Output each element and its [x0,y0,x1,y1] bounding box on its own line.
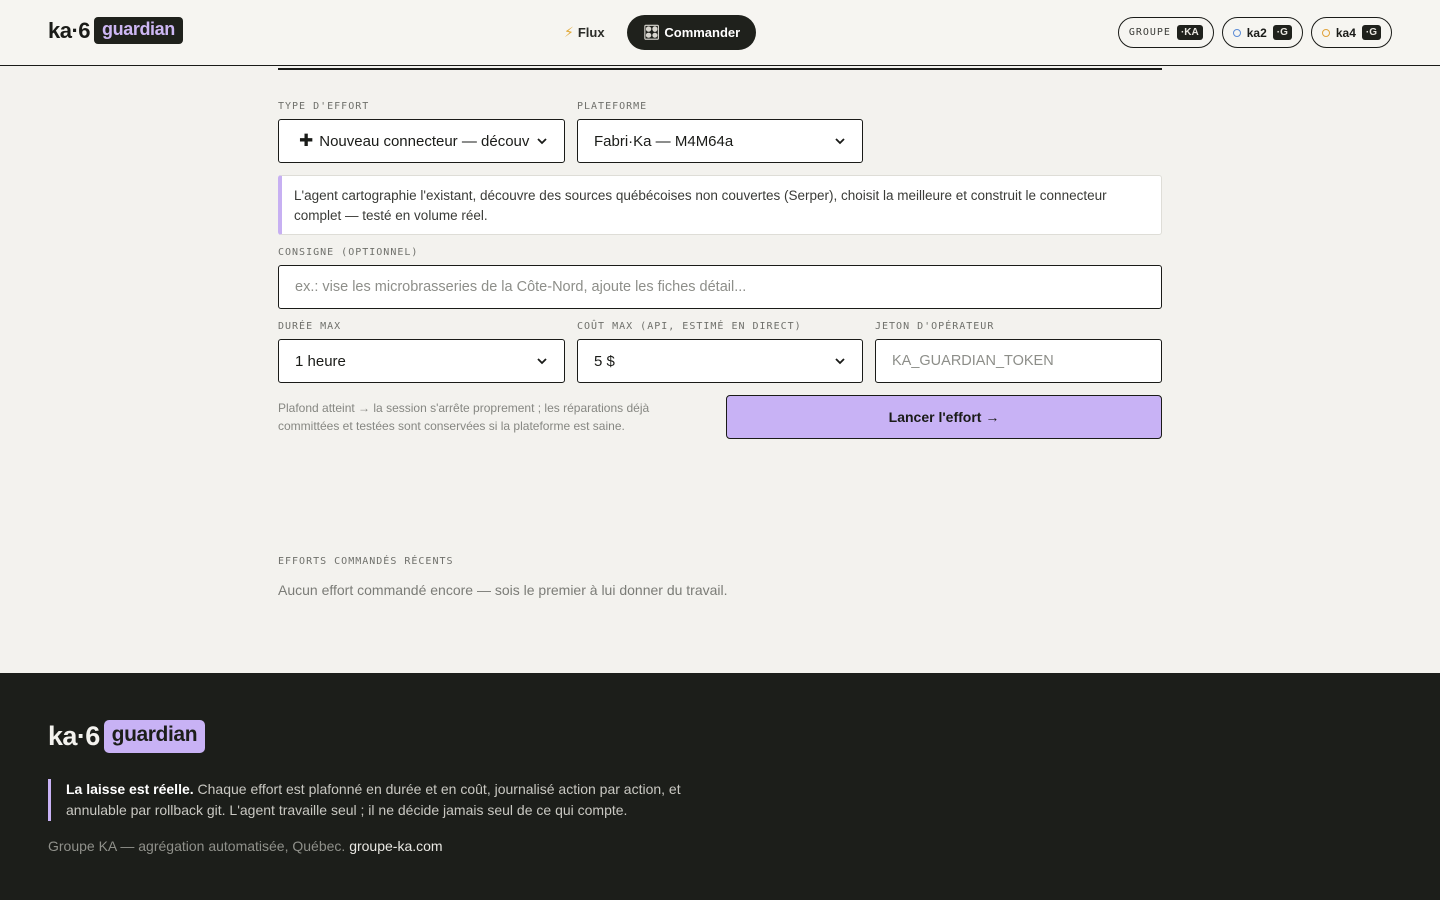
status-dot-icon [1232,28,1241,37]
footer-credit: Groupe KA — agrégation automatisée, Québ… [48,838,443,854]
footer-website-link[interactable]: groupe-ka.com [349,838,442,854]
platform-label: PLATEFORME [577,101,648,112]
tab-flux[interactable]: ⚡ Flux [548,15,621,50]
lightning-icon: ⚡ [564,24,574,40]
footer-brand-logo: ka·6 guardian [48,720,206,753]
chevron-down-icon [537,138,547,145]
platform-select[interactable]: Fabri·Ka — M4M64a [577,119,863,163]
recent-efforts-title: EFFORTS COMMANDÉS RÉCENTS [278,556,454,567]
section-divider [278,68,1162,70]
status-dot-icon [1321,28,1330,37]
tab-commander-label: Commander [664,25,741,40]
top-bar: ka·6 guardian ⚡ Flux 🎛 Commander GROUPE … [0,0,1440,66]
effort-type-label: TYPE D'EFFORT [278,101,370,112]
max-cost-label: COÛT MAX (API, ESTIMÉ EN DIRECT) [577,321,802,332]
control-knobs-icon: 🎛 [642,24,661,40]
footer-brand-name: ka·6 [48,721,100,751]
chip-ka4-label: ka4 [1335,25,1356,40]
chip-ka2[interactable]: ka2 ·G [1221,17,1303,48]
operator-token-label: JETON D'OPÉRATEUR [875,321,995,332]
footer-credit-text: Groupe KA — agrégation automatisée, Québ… [48,838,346,854]
platform-value: Fabri·Ka — M4M64a [594,132,734,150]
max-duration-value: 1 heure [295,352,346,370]
chevron-down-icon [835,138,845,145]
brand-tag: guardian [94,17,183,44]
main-nav: ⚡ Flux 🎛 Commander [548,15,757,50]
max-duration-label: DURÉE MAX [278,321,342,332]
max-duration-select[interactable]: 1 heure [278,339,565,383]
chip-groupe[interactable]: GROUPE ·KA [1117,17,1214,48]
instance-switcher: GROUPE ·KA ka2 ·G ka4 ·G [1117,17,1392,48]
footer-brand-tag: guardian [103,720,206,753]
operator-token-input[interactable]: KA_GUARDIAN_TOKEN [875,339,1162,383]
max-cost-select[interactable]: 5 $ [577,339,863,383]
footer: ka·6 guardian La laisse est réelle. Chaq… [0,673,1440,900]
brand-name: ka·6 [48,17,91,43]
instruction-label: CONSIGNE (OPTIONNEL) [278,247,419,258]
chip-groupe-badge: ·KA [1176,25,1203,40]
chip-ka2-label: ka2 [1246,25,1267,40]
chip-ka4[interactable]: ka4 ·G [1310,17,1392,48]
effort-type-value: Nouveau connecteur — découverte [319,132,530,150]
footer-statement-strong: La laisse est réelle. [66,781,194,797]
tab-commander[interactable]: 🎛 Commander [626,15,757,50]
chevron-down-icon [537,358,547,365]
launch-effort-button[interactable]: Lancer l'effort → [726,395,1162,439]
tab-flux-label: Flux [577,25,605,40]
max-cost-value: 5 $ [594,352,615,370]
chip-ka4-badge: ·G [1361,25,1381,40]
limit-hint: Plafond atteint → la session s'arrête pr… [278,401,650,433]
effort-description: L'agent cartographie l'existant, découvr… [278,175,1162,235]
plus-icon: ✚ [299,131,314,150]
instruction-input[interactable]: ex.: vise les microbrasseries de la Côte… [278,265,1162,309]
chip-ka2-badge: ·G [1272,25,1292,40]
effort-type-select[interactable]: ✚ Nouveau connecteur — découverte [278,119,565,163]
chevron-down-icon [835,358,845,365]
recent-efforts-empty: Aucun effort commandé encore — sois le p… [278,582,728,598]
brand-logo[interactable]: ka·6 guardian [48,17,183,44]
footer-statement: La laisse est réelle. Chaque effort est … [48,779,688,821]
chip-groupe-label: GROUPE [1128,27,1171,38]
